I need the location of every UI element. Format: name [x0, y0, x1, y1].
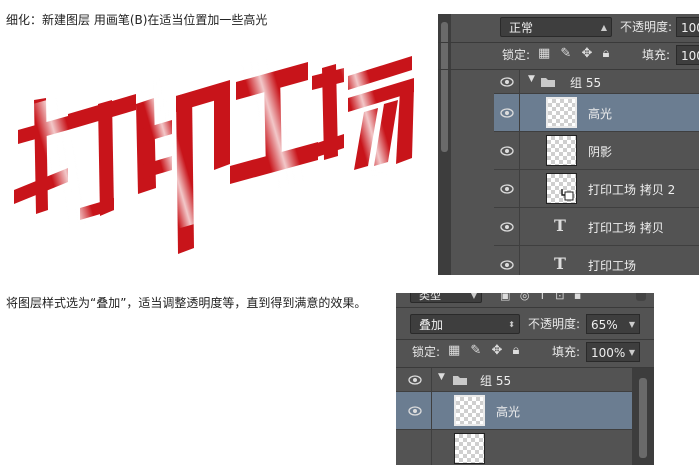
visibility-toggle[interactable] [494, 246, 520, 275]
eye-icon [500, 76, 514, 87]
layer-row-next[interactable] [396, 430, 632, 465]
opacity-value: 65% [591, 318, 618, 332]
eye-icon [500, 183, 514, 194]
layer-row-original[interactable]: T 打印工场 [494, 246, 699, 275]
layer-thumbnail[interactable] [546, 173, 577, 204]
opacity-label: 不透明度: [620, 20, 673, 34]
opacity-arrow-icon[interactable]: ▼ [629, 315, 635, 335]
layer-thumbnail[interactable] [546, 135, 577, 166]
lock-icon[interactable]: 🔒︎ [602, 46, 612, 61]
fill-label: 填充: [552, 345, 581, 359]
filter-dropdown[interactable]: 类型 ▼ [410, 293, 482, 303]
visibility-toggle[interactable] [494, 94, 520, 131]
fill-label: 填充: [642, 48, 671, 62]
visibility-toggle[interactable] [494, 208, 520, 245]
layer-row-copy2[interactable]: 打印工场 拷贝 2 [494, 170, 699, 208]
layer-row-copy[interactable]: T 打印工场 拷贝 [494, 208, 699, 246]
layer-row-shadow[interactable]: 阴影 [494, 132, 699, 170]
blend-mode-dropdown[interactable]: 正常 ▲ [500, 17, 612, 37]
layer-name: 打印工场 拷贝 2 [588, 183, 676, 197]
right-scrollbar[interactable] [632, 368, 654, 465]
layers-panel-2: 类型 ▼ ▣ ◎ T ⊡ ▪ 叠加 ⬍ 不透明度: 65% ▼ 锁定: ▦ ✎ … [396, 293, 654, 465]
text-layer-icon: T [554, 254, 566, 273]
layer-row-group[interactable]: ▼ 组 55 [494, 70, 699, 94]
layer-thumbnail[interactable] [454, 395, 485, 426]
layers-panel-1: 正常 ▲ 不透明度: 100 锁定: ▦ ✎ ✥ 🔒︎ 填充: 100 ▼ 组 … [438, 14, 699, 275]
divider [396, 339, 654, 340]
right-scrollbar-thumb[interactable] [639, 378, 647, 458]
folder-icon [453, 376, 467, 385]
fill-value: 100% [591, 346, 626, 360]
visibility-toggle[interactable] [396, 368, 432, 391]
step1-caption: 细化：新建图层 用画笔(B)在适当位置加一些高光 [6, 13, 268, 27]
layer-row-highlight[interactable]: 高光 [396, 392, 632, 430]
layer-name: 组 55 [570, 76, 602, 90]
divider [396, 307, 654, 308]
opacity-value: 100 [681, 21, 699, 35]
lock-label: 锁定: [412, 345, 441, 359]
visibility-toggle[interactable] [494, 70, 520, 93]
blend-mode-dropdown[interactable]: 叠加 ⬍ [410, 314, 520, 334]
visibility-toggle[interactable] [494, 132, 520, 169]
layer-thumbnail[interactable] [454, 433, 485, 464]
layer-name: 组 55 [480, 374, 512, 388]
filter-toggle[interactable] [636, 293, 646, 301]
dropdown-arrow-icon: ⬍ [508, 320, 515, 329]
filter-value: 类型 [419, 293, 441, 302]
dropdown-arrow-icon: ▲ [600, 23, 607, 32]
artwork-dayin-gongchang [14, 46, 414, 254]
eye-icon [500, 107, 514, 118]
visibility-toggle[interactable] [396, 430, 432, 465]
text-layer-icon: T [554, 216, 566, 235]
lock-label: 锁定: [502, 48, 531, 62]
filter-icons[interactable]: ▣ ◎ T ⊡ ▪ [500, 293, 584, 302]
layer-name: 打印工场 [588, 259, 637, 273]
visibility-toggle[interactable] [396, 392, 432, 429]
left-scrollbar[interactable] [438, 14, 451, 275]
eye-icon [408, 405, 422, 416]
fill-value: 100 [681, 49, 699, 63]
expand-triangle-icon[interactable]: ▼ [528, 74, 535, 84]
visibility-toggle[interactable] [494, 170, 520, 207]
layer-row-group[interactable]: ▼ 组 55 [396, 368, 632, 392]
eye-icon [500, 221, 514, 232]
layer-name: 高光 [588, 107, 613, 121]
blend-mode-value: 正常 [509, 21, 534, 35]
folder-icon [541, 78, 555, 87]
lock-icons[interactable]: ▦ ✎ ✥ 🔒︎ [538, 46, 612, 61]
fill-arrow-icon[interactable]: ▼ [629, 343, 635, 363]
opacity-field[interactable]: 100 [676, 17, 699, 37]
fill-field[interactable]: 100% ▼ [586, 342, 640, 362]
layer-name: 打印工场 拷贝 [588, 221, 664, 235]
lock-icons[interactable]: ▦ ✎ ✥ 🔒︎ [448, 343, 522, 358]
expand-triangle-icon[interactable]: ▼ [438, 372, 445, 382]
smart-object-icon [561, 189, 574, 201]
layer-thumbnail[interactable] [546, 97, 577, 128]
opacity-label: 不透明度: [528, 317, 581, 331]
layer-row-highlight[interactable]: 高光 [494, 94, 699, 132]
blend-mode-value: 叠加 [419, 318, 444, 332]
eye-icon [408, 374, 422, 385]
divider [438, 42, 699, 43]
layer-name: 阴影 [588, 145, 613, 159]
fill-field[interactable]: 100 [676, 45, 699, 65]
dropdown-arrow-icon: ▼ [470, 293, 477, 300]
step2-caption: 将图层样式选为“叠加”，适当调整透明度等，直到得到满意的效果。 [6, 296, 367, 310]
layer-name: 高光 [496, 405, 521, 419]
eye-icon [500, 145, 514, 156]
lock-icon[interactable]: 🔒︎ [512, 343, 522, 358]
opacity-field[interactable]: 65% ▼ [586, 314, 640, 334]
eye-icon [500, 259, 514, 270]
